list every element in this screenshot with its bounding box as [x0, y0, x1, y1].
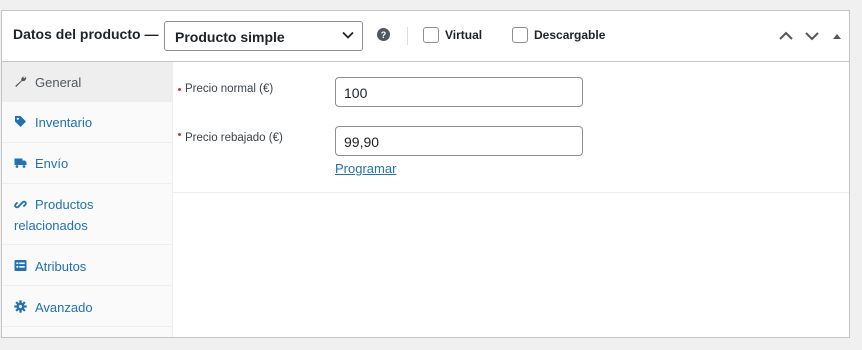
downloadable-checkbox[interactable]: [512, 27, 528, 43]
regular-price-label: Precio normal (€): [185, 83, 274, 95]
required-indicator: [178, 133, 181, 136]
product-type-value: Producto simple: [175, 29, 285, 45]
tab-inventory[interactable]: Inventario: [2, 102, 172, 143]
product-type-select[interactable]: Producto simple: [164, 21, 363, 51]
chevron-down-icon: [342, 31, 354, 39]
svg-text:?: ?: [381, 30, 387, 40]
tab-general[interactable]: General: [2, 62, 172, 102]
regular-price-value: 100: [344, 85, 368, 101]
tab-general-label: General: [35, 75, 82, 90]
product-data-header: Datos del producto — Producto simple ? V…: [2, 11, 849, 62]
link-icon: [14, 198, 27, 211]
tab-inventory-label: Inventario: [35, 115, 93, 130]
tab-linked-products-label-line2: relacionados: [14, 218, 88, 233]
tab-advanced[interactable]: Avanzado: [2, 286, 172, 327]
header-separator: [407, 27, 408, 45]
move-down-icon[interactable]: [803, 27, 821, 45]
sale-price-value: 99,90: [344, 134, 380, 150]
tab-linked-products[interactable]: Productos relacionados: [2, 184, 172, 245]
wrench-icon: [14, 75, 27, 88]
tab-shipping-label: Envío: [35, 156, 69, 171]
tab-attributes[interactable]: Atributos: [2, 245, 172, 286]
truck-icon: [14, 156, 27, 169]
schedule-link[interactable]: Programar: [335, 161, 396, 176]
move-up-icon[interactable]: [777, 27, 795, 45]
regular-price-input[interactable]: 100: [335, 77, 583, 107]
content-divider: [173, 192, 849, 193]
sale-price-input[interactable]: 99,90: [335, 126, 583, 156]
downloadable-label: Descargable: [534, 28, 606, 42]
tag-icon: [14, 115, 27, 128]
sale-price-label: Precio rebajado (€): [185, 132, 283, 144]
collapse-toggle-icon[interactable]: [828, 27, 846, 45]
tab-advanced-label: Avanzado: [35, 300, 93, 315]
tab-attributes-label: Atributos: [35, 259, 87, 274]
required-indicator: [178, 88, 181, 91]
product-data-panel: Datos del producto — Producto simple ? V…: [1, 10, 850, 338]
gear-icon: [14, 300, 27, 313]
list-icon: [14, 259, 27, 272]
tab-shipping[interactable]: Envío: [2, 143, 172, 184]
product-data-tabs: General Inventario Envío Productos relac…: [2, 62, 173, 337]
help-icon[interactable]: ?: [377, 28, 390, 41]
tab-linked-products-label-line1: Productos: [35, 197, 94, 212]
virtual-checkbox[interactable]: [423, 27, 439, 43]
panel-title: Datos del producto —: [13, 26, 159, 42]
virtual-label: Virtual: [445, 28, 483, 42]
